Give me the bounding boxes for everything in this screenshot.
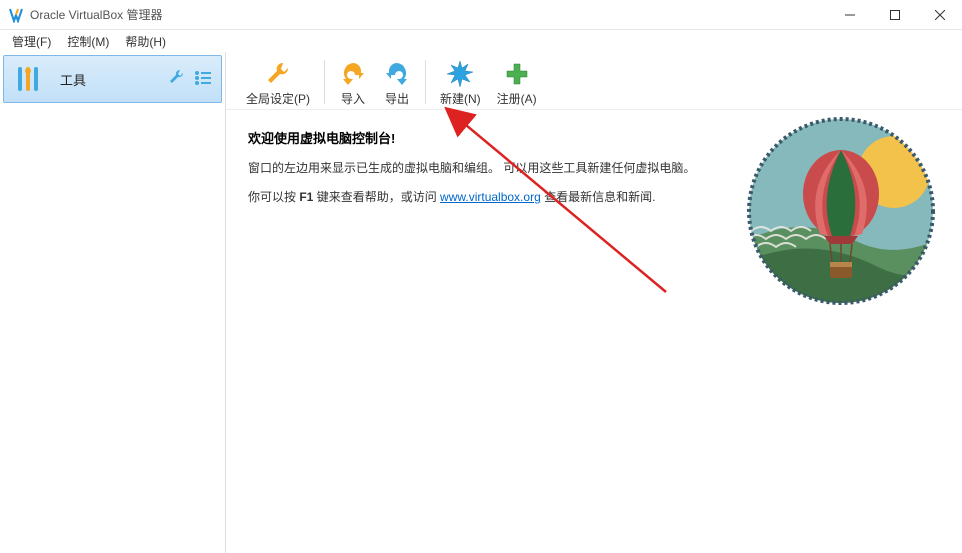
toolbar-label: 新建(N) — [440, 90, 481, 107]
toolbar-separator — [324, 60, 325, 104]
menu-help[interactable]: 帮助(H) — [119, 31, 172, 52]
welcome-panel: 欢迎使用虚拟电脑控制台! 窗口的左边用来显示已生成的虚拟电脑和编组。 可以用这些… — [226, 110, 962, 553]
import-button[interactable]: 导入 — [331, 56, 375, 109]
sidebar: 工具 — [0, 52, 226, 553]
menubar: 管理(F) 控制(M) 帮助(H) — [0, 30, 962, 52]
toolbar-label: 导入 — [341, 90, 365, 107]
virtualbox-link[interactable]: www.virtualbox.org — [440, 190, 541, 204]
list-icon[interactable] — [193, 68, 213, 91]
wrench-icon — [263, 58, 293, 90]
toolbar-separator — [425, 60, 426, 104]
menu-file[interactable]: 管理(F) — [6, 31, 57, 52]
close-button[interactable] — [917, 0, 962, 30]
starburst-icon — [445, 58, 475, 90]
toolbar-label: 全局设定(P) — [246, 90, 310, 107]
plus-icon — [503, 58, 531, 90]
new-button[interactable]: 新建(N) — [432, 56, 489, 109]
app-icon — [8, 7, 24, 23]
add-button[interactable]: 注册(A) — [489, 56, 545, 109]
main: 全局设定(P) 导入 导出 新建(N) — [226, 52, 962, 553]
body: 工具 全局设定(P — [0, 52, 962, 553]
maximize-button[interactable] — [872, 0, 917, 30]
sidebar-item-tools[interactable]: 工具 — [3, 55, 222, 103]
window-title: Oracle VirtualBox 管理器 — [30, 6, 827, 23]
welcome-line1: 窗口的左边用来显示已生成的虚拟电脑和编组。 可以用这些工具新建任何虚拟电脑。 — [248, 159, 728, 178]
global-settings-button[interactable]: 全局设定(P) — [238, 56, 318, 109]
help-key: F1 — [299, 190, 313, 204]
export-icon — [383, 58, 411, 90]
tools-icon — [12, 61, 52, 97]
toolbar: 全局设定(P) 导入 导出 新建(N) — [226, 52, 962, 110]
toolbar-label: 注册(A) — [497, 90, 537, 107]
menu-control[interactable]: 控制(M) — [61, 31, 115, 52]
welcome-line2: 你可以按 F1 键来查看帮助，或访问 www.virtualbox.org 查看… — [248, 188, 728, 207]
window-controls — [827, 0, 962, 30]
toolbar-label: 导出 — [385, 90, 409, 107]
minimize-button[interactable] — [827, 0, 872, 30]
import-icon — [339, 58, 367, 90]
wrench-icon[interactable] — [167, 68, 187, 91]
sidebar-item-label: 工具 — [60, 70, 159, 89]
export-button[interactable]: 导出 — [375, 56, 419, 109]
balloon-illustration — [746, 116, 936, 306]
titlebar: Oracle VirtualBox 管理器 — [0, 0, 962, 30]
